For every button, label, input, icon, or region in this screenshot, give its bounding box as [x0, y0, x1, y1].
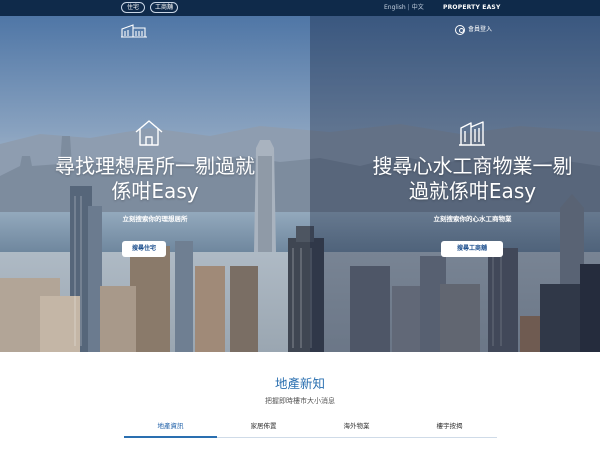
- search-commercial-button[interactable]: 搜尋工商舖: [441, 241, 503, 257]
- commercial-subtitle: 立刻搜索你的心水工商物業: [433, 215, 512, 223]
- lang-chinese-link[interactable]: 中文: [412, 4, 424, 11]
- commercial-title-line1: 搜尋心水工商物業一剔: [372, 154, 573, 178]
- tab-home-decor[interactable]: 家居佈置: [217, 420, 310, 432]
- user-icon: [455, 25, 465, 35]
- top-bar: 住宅 工商舖 English | 中文 PROPERTY EASY: [0, 0, 600, 16]
- residential-toggle-button[interactable]: 住宅: [121, 2, 145, 13]
- property-news-section: 地產新知 把握即時樓市大小消息 地產資訊 家居佈置 海外物業 樓宇按揭: [0, 352, 600, 450]
- residential-title: 尋找理想居所一剔過就 係咁Easy: [20, 154, 290, 204]
- house-icon: [135, 120, 163, 146]
- commercial-title-line2: 過就係咁Easy: [408, 179, 537, 203]
- news-tabs: 地產資訊 家居佈置 海外物業 樓宇按揭: [124, 418, 497, 438]
- active-tab-indicator: [124, 436, 217, 438]
- tab-property-info[interactable]: 地產資訊: [124, 420, 217, 432]
- news-section-subtitle: 把握即時樓市大小消息: [265, 397, 335, 405]
- member-login-link[interactable]: 會員登入: [455, 24, 492, 36]
- site-logo-icon[interactable]: [121, 24, 147, 38]
- hero-banner: 會員登入 尋找理想居所一剔過就 係咁Easy 立刻搜索你的理想居所 搜尋住宅 搜…: [0, 16, 600, 352]
- search-residential-button[interactable]: 搜尋住宅: [122, 241, 166, 257]
- tab-overseas-property[interactable]: 海外物業: [310, 420, 403, 432]
- office-building-icon: [459, 121, 485, 146]
- residential-subtitle: 立刻搜索你的理想居所: [122, 215, 188, 223]
- residential-title-line1: 尋找理想居所一剔過就: [55, 154, 255, 178]
- member-login-label: 會員登入: [468, 26, 493, 33]
- residential-title-line2: 係咁Easy: [111, 179, 199, 203]
- news-section-title: 地產新知: [274, 376, 325, 391]
- tab-mortgage[interactable]: 樓宇按揭: [403, 420, 496, 432]
- lang-english-link[interactable]: English: [384, 4, 406, 11]
- language-switcher: English | 中文: [384, 3, 424, 13]
- brand-name[interactable]: PROPERTY EASY: [443, 3, 501, 13]
- commercial-toggle-button[interactable]: 工商舖: [150, 2, 178, 13]
- commercial-title: 搜尋心水工商物業一剔 過就係咁Easy: [340, 154, 600, 204]
